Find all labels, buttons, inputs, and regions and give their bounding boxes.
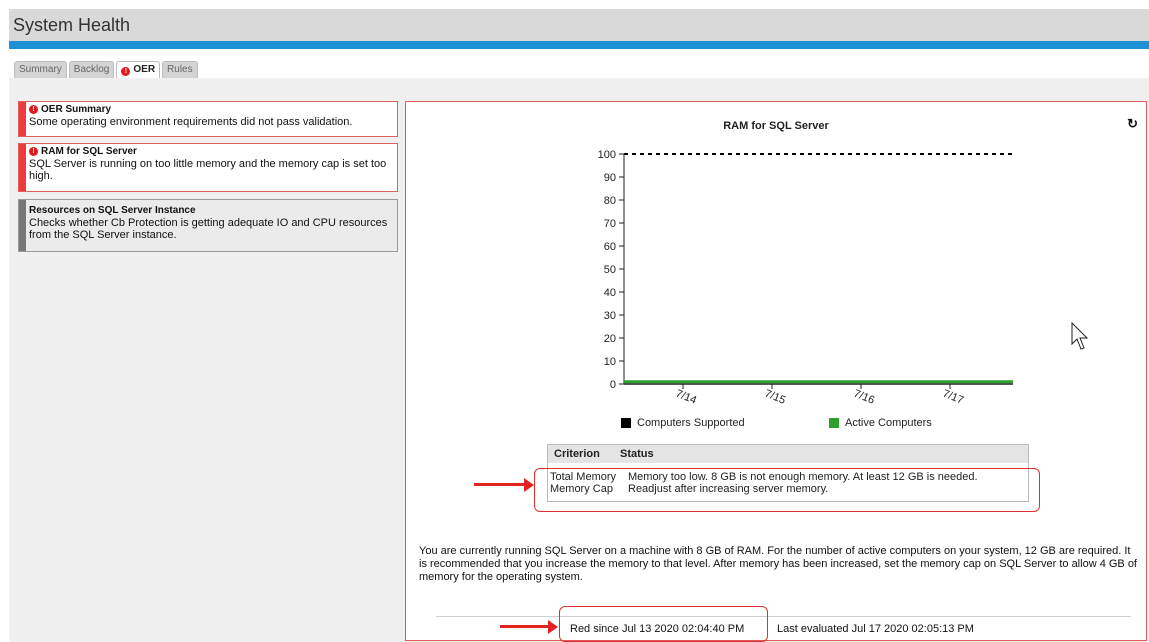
mouse-cursor-icon	[1071, 322, 1089, 350]
detail-panel: RAM for SQL Server ↻ 0 10 20 30 40 50 60 70 80 90…	[405, 101, 1147, 642]
tab-label: Summary	[19, 64, 62, 75]
y-tick-label: 60	[604, 241, 616, 253]
legend-label: Active Computers	[845, 417, 932, 429]
card-sql-resources[interactable]: Resources on SQL Server Instance Checks …	[18, 199, 398, 252]
card-description: SQL Server is running on too little memo…	[29, 158, 387, 182]
app-header: System Health	[9, 9, 1149, 41]
card-title: OER Summary	[41, 104, 112, 115]
header-accent-bar	[9, 41, 1149, 49]
tab-backlog[interactable]: Backlog	[68, 61, 115, 78]
y-tick-label: 80	[604, 195, 616, 207]
status-stripe	[19, 200, 26, 251]
tab-label: Backlog	[73, 64, 110, 75]
alert-icon: !	[121, 67, 131, 76]
status-stripe	[19, 144, 26, 191]
status-stripe	[19, 102, 26, 136]
y-tick-label: 40	[604, 287, 616, 299]
table-header: Criterion Status	[548, 445, 1028, 463]
tab-bar: Summary Backlog ! OER Rules	[14, 61, 200, 78]
red-arrow-icon	[500, 620, 558, 634]
y-tick-label: 0	[610, 379, 616, 391]
tab-label: OER	[133, 64, 156, 75]
legend-label: Computers Supported	[637, 417, 745, 429]
y-tick-label: 10	[604, 356, 616, 368]
card-description: Checks whether Cb Protection is getting …	[29, 217, 388, 241]
alert-icon: !	[29, 105, 38, 114]
page-title: System Health	[13, 15, 131, 35]
red-arrow-icon	[474, 478, 534, 492]
column-header-status: Status	[620, 448, 654, 460]
y-tick-label: 50	[604, 264, 616, 276]
column-header-criterion: Criterion	[554, 448, 600, 460]
card-title: RAM for SQL Server	[41, 146, 137, 157]
divider	[436, 616, 1131, 617]
y-tick-label: 100	[598, 149, 616, 161]
tab-label: Rules	[167, 64, 193, 75]
legend-swatch	[621, 418, 631, 428]
alert-icon: !	[29, 147, 38, 156]
x-tick-label: 7/15	[763, 388, 787, 407]
legend-computers-supported: Computers Supported	[621, 417, 745, 429]
y-tick-label: 20	[604, 333, 616, 345]
table-highlight-box	[534, 468, 1040, 512]
y-tick-label: 70	[604, 218, 616, 230]
tab-summary[interactable]: Summary	[14, 61, 67, 78]
tab-oer[interactable]: ! OER	[116, 61, 161, 78]
x-tick-label: 7/14	[674, 388, 698, 407]
y-tick-label: 30	[604, 310, 616, 322]
card-ram-sql-server[interactable]: ! RAM for SQL Server SQL Server is runnin…	[18, 143, 398, 192]
last-evaluated-text: Last evaluated Jul 17 2020 02:05:13 PM	[777, 623, 974, 635]
x-tick-label: 7/17	[941, 388, 965, 407]
legend-active-computers: Active Computers	[829, 417, 932, 429]
legend-swatch	[829, 418, 839, 428]
red-since-text: Red since Jul 13 2020 02:04:40 PM	[570, 623, 745, 635]
card-oer-summary[interactable]: ! OER Summary Some operating environment …	[18, 101, 398, 137]
card-description: Some operating environment requirements …	[29, 116, 353, 128]
info-text: You are currently running SQL Server on …	[419, 545, 1137, 583]
x-tick-label: 7/16	[852, 388, 876, 407]
ram-chart: 0 10 20 30 40 50 60 70 80 90 100 7/14 7/15 7/16 7/17	[598, 149, 1013, 407]
card-title: Resources on SQL Server Instance	[29, 205, 196, 216]
tab-rules[interactable]: Rules	[162, 61, 198, 78]
y-tick-label: 90	[604, 172, 616, 184]
